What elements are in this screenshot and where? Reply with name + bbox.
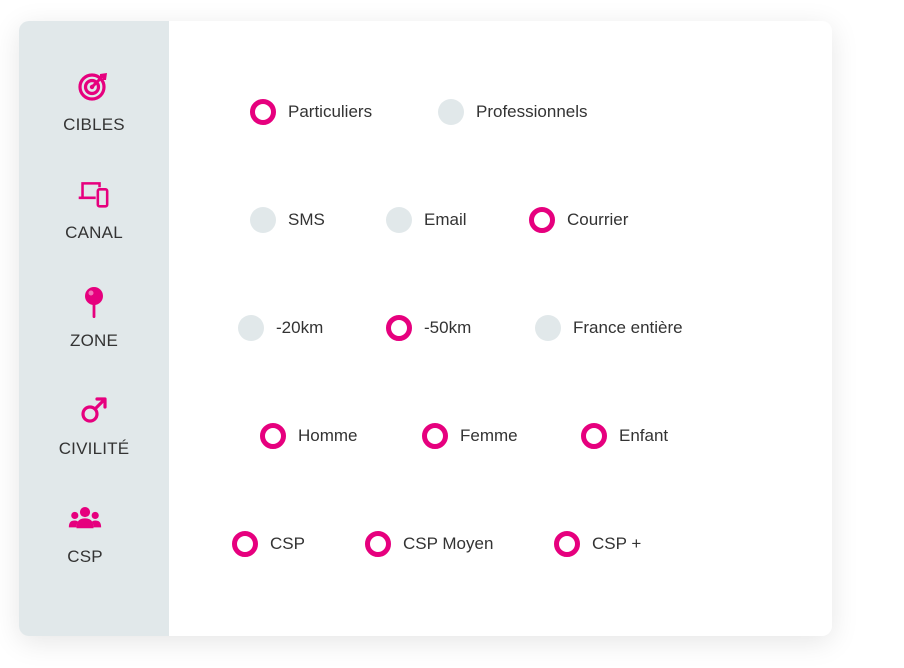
radio-button[interactable]: [250, 99, 276, 125]
radio-group-zone: -20km -50km France entière: [169, 313, 832, 343]
radio-button[interactable]: [554, 531, 580, 557]
sidebar-item-civilite[interactable]: CIVILITÉ: [19, 393, 169, 459]
sidebar-item-zone[interactable]: ZONE: [19, 285, 169, 351]
target-icon: [77, 69, 111, 103]
sidebar-item-label: CIBLES: [63, 115, 125, 134]
radio-option[interactable]: SMS: [250, 205, 325, 235]
radio-button[interactable]: [581, 423, 607, 449]
sidebar-item-label: CSP: [67, 547, 103, 566]
radio-option[interactable]: Courrier: [529, 205, 628, 235]
radio-option[interactable]: Enfant: [581, 421, 668, 451]
options-panel: Particuliers Professionnels SMS Email Co…: [169, 21, 832, 636]
radio-button[interactable]: [260, 423, 286, 449]
radio-button[interactable]: [438, 99, 464, 125]
radio-option[interactable]: CSP +: [554, 529, 641, 559]
pin-icon: [77, 285, 111, 319]
radio-option[interactable]: -20km: [238, 313, 323, 343]
radio-group-csp: CSP CSP Moyen CSP +: [169, 529, 832, 559]
radio-button[interactable]: [238, 315, 264, 341]
radio-group-civilite: Homme Femme Enfant: [169, 421, 832, 451]
radio-group-cibles: Particuliers Professionnels: [169, 97, 832, 127]
sidebar-item-label: CIVILITÉ: [58, 439, 130, 458]
radio-button[interactable]: [250, 207, 276, 233]
radio-button[interactable]: [535, 315, 561, 341]
male-symbol-icon: [77, 393, 111, 427]
devices-icon: [77, 177, 111, 211]
radio-option[interactable]: Email: [386, 205, 467, 235]
radio-button[interactable]: [386, 207, 412, 233]
radio-option[interactable]: Femme: [422, 421, 518, 451]
radio-button[interactable]: [422, 423, 448, 449]
radio-option[interactable]: CSP Moyen: [365, 529, 493, 559]
radio-option[interactable]: Homme: [260, 421, 358, 451]
radio-button[interactable]: [365, 531, 391, 557]
radio-option[interactable]: Particuliers: [250, 97, 372, 127]
radio-group-canal: SMS Email Courrier: [169, 205, 832, 235]
users-group-icon: [68, 501, 102, 535]
targeting-card: CIBLES CANAL ZONE CIVILITÉ CSP Particuli…: [19, 21, 832, 636]
sidebar-item-label: ZONE: [69, 331, 119, 350]
sidebar-item-canal[interactable]: CANAL: [19, 177, 169, 243]
radio-option[interactable]: Professionnels: [438, 97, 588, 127]
radio-button[interactable]: [529, 207, 555, 233]
radio-option[interactable]: CSP: [232, 529, 305, 559]
radio-option[interactable]: France entière: [535, 313, 683, 343]
radio-button[interactable]: [386, 315, 412, 341]
sidebar-item-label: CANAL: [65, 223, 123, 242]
radio-button[interactable]: [232, 531, 258, 557]
sidebar-item-cibles[interactable]: CIBLES: [19, 69, 169, 135]
sidebar: CIBLES CANAL ZONE CIVILITÉ CSP: [19, 21, 169, 636]
sidebar-item-csp[interactable]: CSP: [19, 501, 160, 567]
radio-option[interactable]: -50km: [386, 313, 471, 343]
